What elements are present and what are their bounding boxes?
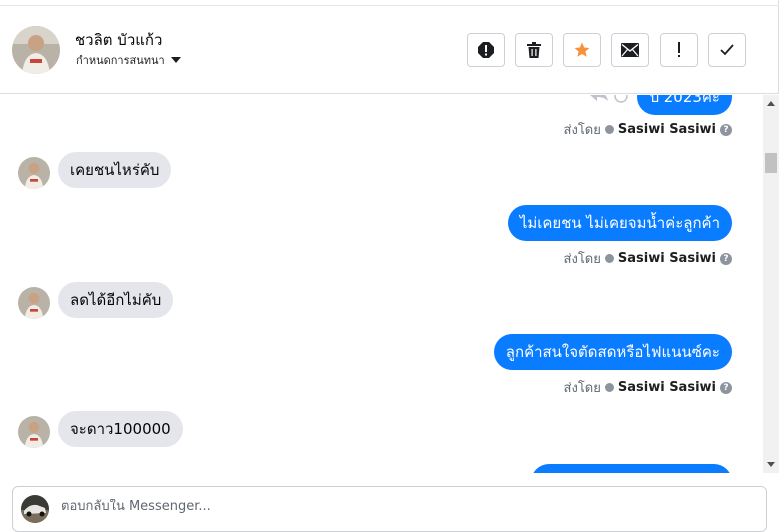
conversation-label-dropdown[interactable]: กำหนดการสนทนา	[76, 51, 181, 69]
message-text: จะดาว100000	[70, 420, 171, 438]
reply-icon[interactable]	[590, 95, 608, 101]
spam-button[interactable]	[467, 33, 505, 67]
outgoing-message-bubble: ลูกค้าสนใจตัดสดหรือไฟแนนซ์คะ	[493, 334, 732, 370]
message-text: ลูกค้าสนใจตัดสดหรือไฟแนนซ์คะ	[505, 343, 720, 361]
conversation-header: ชวลิต บัวแก้ว กำหนดการสนทนา	[0, 0, 779, 94]
page-avatar	[21, 495, 49, 523]
delete-button[interactable]	[515, 33, 553, 67]
sent-by-line: ส่งโดย Sasiwi Sasiwi ?	[564, 377, 732, 398]
verified-dot-icon	[604, 383, 614, 392]
contact-avatar	[18, 416, 50, 448]
exclamation-icon	[678, 42, 680, 57]
seen-icon	[614, 95, 628, 103]
caret-down-icon	[170, 57, 181, 63]
sent-by-prefix: ส่งโดย	[563, 381, 601, 396]
incoming-message-bubble: ลดได้อีกไม่คับ	[58, 282, 174, 318]
sent-by-name: Sasiwi Sasiwi	[617, 380, 716, 395]
sent-by-name: Sasiwi Sasiwi	[617, 251, 716, 266]
incoming-message-bubble: จะดาว100000	[58, 411, 183, 447]
follow-up-button[interactable]	[660, 33, 698, 67]
contact-name: ชวลิต บัวแก้ว	[75, 31, 163, 49]
divider	[0, 5, 779, 6]
scroll-thumb[interactable]	[765, 153, 777, 173]
reply-composer[interactable]	[12, 486, 767, 532]
help-icon[interactable]: ?	[720, 381, 732, 394]
check-icon	[720, 44, 734, 56]
sent-by-prefix: ส่งโดย	[563, 123, 601, 138]
message-text: ป 2023ค่ะ	[649, 95, 720, 106]
sent-by-line: ส่งโดย Sasiwi Sasiwi ?	[564, 248, 732, 269]
star-button[interactable]	[563, 33, 601, 67]
mark-unread-button[interactable]	[611, 33, 649, 67]
outgoing-message-bubble: ไม่เคยชน ไม่เคยจมน้ำค่ะลูกค้า	[507, 205, 732, 241]
sent-by-prefix: ส่งโดย	[563, 252, 601, 267]
envelope-icon	[621, 43, 639, 57]
contact-avatar	[18, 157, 50, 189]
verified-dot-icon	[604, 125, 614, 134]
label-dropdown-text: กำหนดการสนทนา	[76, 54, 165, 67]
outgoing-message-bubble-partial	[531, 464, 732, 473]
message-text: ลดได้อีกไม่คับ	[70, 291, 162, 309]
mark-done-button[interactable]	[708, 33, 746, 67]
outgoing-message-bubble: ป 2023ค่ะ	[637, 95, 732, 115]
alert-circle-icon	[478, 42, 494, 58]
help-icon[interactable]: ?	[720, 123, 732, 136]
contact-avatar	[18, 287, 50, 319]
message-text: ไม่เคยชน ไม่เคยจมน้ำค่ะลูกค้า	[519, 214, 720, 232]
help-icon[interactable]: ?	[720, 252, 732, 265]
star-icon	[574, 42, 590, 57]
contact-avatar[interactable]	[12, 26, 60, 74]
scroll-up-icon[interactable]	[767, 101, 775, 106]
verified-dot-icon	[604, 254, 614, 263]
sent-by-name: Sasiwi Sasiwi	[617, 122, 716, 137]
trash-icon	[527, 42, 541, 58]
chat-scrollbar[interactable]	[763, 95, 779, 473]
scroll-down-icon[interactable]	[767, 462, 775, 467]
message-text: เคยชนไหร่คับ	[70, 161, 160, 179]
message-thread: ป 2023ค่ะ ส่งโดย Sasiwi Sasiwi ? เคยชนไห…	[0, 95, 762, 473]
sent-by-line: ส่งโดย Sasiwi Sasiwi ?	[564, 119, 732, 140]
message-meta-icons	[590, 95, 628, 103]
incoming-message-bubble: เคยชนไหร่คับ	[58, 152, 172, 188]
reply-input[interactable]	[61, 499, 751, 514]
